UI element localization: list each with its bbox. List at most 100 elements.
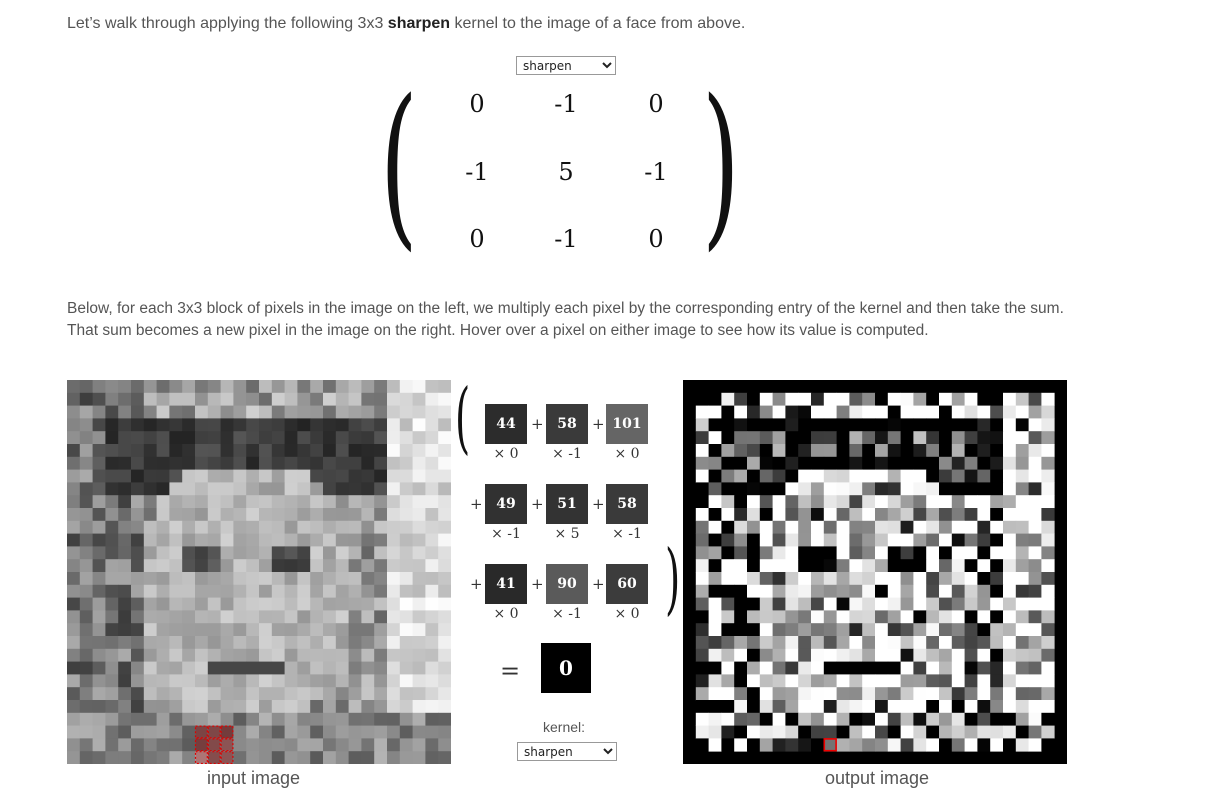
output-pixel[interactable] [951, 469, 965, 483]
output-pixel[interactable] [823, 418, 837, 432]
output-pixel[interactable] [836, 405, 850, 419]
input-pixel[interactable] [387, 392, 401, 406]
input-pixel[interactable] [412, 418, 426, 432]
output-pixel[interactable] [1003, 546, 1017, 560]
output-pixel[interactable] [708, 508, 722, 522]
input-pixel[interactable] [284, 533, 298, 547]
output-pixel[interactable] [964, 469, 978, 483]
output-pixel[interactable] [977, 418, 991, 432]
input-pixel[interactable] [92, 597, 106, 611]
output-pixel[interactable] [887, 584, 901, 598]
input-pixel[interactable] [92, 610, 106, 624]
input-pixel[interactable] [335, 495, 349, 509]
input-pixel[interactable] [310, 559, 324, 573]
output-pixel[interactable] [977, 482, 991, 496]
input-pixel[interactable] [246, 546, 260, 560]
input-pixel[interactable] [182, 584, 196, 598]
input-pixel[interactable] [348, 674, 362, 688]
output-pixel[interactable] [939, 405, 953, 419]
output-pixel[interactable] [772, 418, 786, 432]
input-pixel[interactable] [233, 469, 247, 483]
input-pixel[interactable] [374, 520, 388, 534]
input-pixel[interactable] [92, 508, 106, 522]
input-pixel[interactable] [131, 687, 145, 701]
output-pixel[interactable] [862, 431, 876, 445]
output-pixel[interactable] [1041, 533, 1055, 547]
output-pixel[interactable] [811, 700, 825, 714]
output-pixel[interactable] [1003, 520, 1017, 534]
input-pixel[interactable] [387, 751, 401, 764]
input-pixel[interactable] [92, 584, 106, 598]
input-pixel[interactable] [271, 392, 285, 406]
output-pixel[interactable] [695, 456, 709, 470]
output-pixel[interactable] [951, 636, 965, 650]
output-pixel[interactable] [849, 636, 863, 650]
input-pixel[interactable] [195, 597, 209, 611]
input-pixel[interactable] [156, 533, 170, 547]
output-pixel[interactable] [1041, 725, 1055, 739]
output-pixel[interactable] [734, 495, 748, 509]
output-pixel[interactable] [811, 597, 825, 611]
output-pixel[interactable] [1028, 610, 1042, 624]
input-pixel[interactable] [335, 456, 349, 470]
input-pixel[interactable] [67, 687, 81, 701]
input-pixel[interactable] [143, 661, 157, 675]
output-pixel[interactable] [951, 700, 965, 714]
output-pixel[interactable] [939, 533, 953, 547]
output-pixel[interactable] [772, 405, 786, 419]
input-pixel[interactable] [195, 405, 209, 419]
output-pixel[interactable] [913, 597, 927, 611]
output-pixel[interactable] [1015, 431, 1029, 445]
output-pixel[interactable] [913, 444, 927, 458]
output-pixel[interactable] [708, 431, 722, 445]
input-pixel[interactable] [438, 725, 451, 739]
output-pixel[interactable] [836, 648, 850, 662]
input-pixel[interactable] [67, 559, 81, 573]
input-pixel[interactable] [310, 674, 324, 688]
input-pixel[interactable] [220, 623, 234, 637]
input-pixel[interactable] [143, 508, 157, 522]
input-pixel[interactable] [131, 725, 145, 739]
output-pixel[interactable] [875, 444, 889, 458]
output-pixel[interactable] [747, 482, 761, 496]
output-pixel[interactable] [721, 700, 735, 714]
input-pixel[interactable] [246, 674, 260, 688]
input-pixel[interactable] [348, 482, 362, 496]
output-pixel[interactable] [836, 444, 850, 458]
input-pixel[interactable] [412, 508, 426, 522]
output-pixel[interactable] [990, 431, 1004, 445]
output-pixel[interactable] [849, 508, 863, 522]
input-pixel[interactable] [310, 520, 324, 534]
output-pixel[interactable] [1003, 597, 1017, 611]
input-pixel[interactable] [438, 674, 451, 688]
input-pixel[interactable] [92, 636, 106, 650]
input-pixel[interactable] [412, 495, 426, 509]
output-pixel[interactable] [862, 508, 876, 522]
output-pixel[interactable] [772, 546, 786, 560]
output-pixel[interactable] [977, 687, 991, 701]
input-pixel[interactable] [271, 546, 285, 560]
input-pixel[interactable] [387, 712, 401, 726]
input-pixel[interactable] [412, 751, 426, 764]
output-pixel[interactable] [747, 597, 761, 611]
output-pixel[interactable] [900, 444, 914, 458]
input-pixel[interactable] [387, 623, 401, 637]
input-pixel[interactable] [335, 520, 349, 534]
input-pixel[interactable] [387, 661, 401, 675]
output-pixel[interactable] [990, 495, 1004, 509]
output-pixel[interactable] [1015, 636, 1029, 650]
input-pixel[interactable] [412, 687, 426, 701]
output-pixel[interactable] [695, 597, 709, 611]
input-pixel[interactable] [271, 661, 285, 675]
input-pixel[interactable] [284, 584, 298, 598]
output-pixel[interactable] [823, 405, 837, 419]
input-pixel[interactable] [131, 648, 145, 662]
input-pixel[interactable] [399, 444, 413, 458]
input-pixel[interactable] [169, 405, 183, 419]
output-pixel[interactable] [939, 572, 953, 586]
output-pixel[interactable] [977, 597, 991, 611]
input-pixel[interactable] [182, 546, 196, 560]
input-pixel[interactable] [399, 597, 413, 611]
output-pixel[interactable] [811, 661, 825, 675]
input-pixel[interactable] [118, 546, 132, 560]
